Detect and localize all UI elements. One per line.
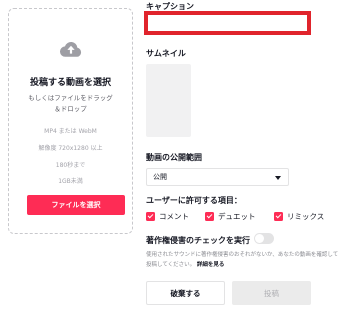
checkbox-remix[interactable]: リミックス xyxy=(274,211,324,222)
checkbox-checked-icon xyxy=(146,212,155,221)
select-file-button[interactable]: ファイルを選択 xyxy=(27,195,125,215)
privacy-select[interactable]: 公開 xyxy=(146,168,289,186)
privacy-label: 動画の公開範囲 xyxy=(146,153,202,162)
upload-subtitle: もしくはファイルをドラッグ ＆ドロップ xyxy=(9,93,132,115)
thumbnail-label: サムネイル xyxy=(146,49,186,58)
upload-subtitle-line2: ＆ドロップ xyxy=(54,105,87,113)
copyright-check-toggle[interactable] xyxy=(254,233,274,244)
discard-button[interactable]: 破棄する xyxy=(146,281,225,305)
upload-title: 投稿する動画を選択 xyxy=(29,78,111,88)
checkbox-duet[interactable]: デュエット xyxy=(205,211,256,222)
spec-size: 1GB未満 xyxy=(58,178,83,185)
upload-dropzone[interactable]: 投稿する動画を選択 もしくはファイルをドラッグ ＆ドロップ MP4 または We… xyxy=(8,8,133,234)
spec-resolution: 解像度 720x1280 以上 xyxy=(38,145,103,152)
checkbox-comment[interactable]: コメント xyxy=(146,211,189,222)
copyright-note: 使用されたサウンドに著作権侵害のおそれがないか、あなたの動画を確認して投稿してく… xyxy=(146,250,340,270)
checkbox-checked-icon xyxy=(205,212,214,221)
copyright-note-text: 使用されたサウンドに著作権侵害のおそれがないか、あなたの動画を確認して投稿してく… xyxy=(146,252,339,268)
toggle-knob xyxy=(255,234,264,243)
permissions-label: ユーザーに許可する項目： xyxy=(146,196,242,205)
checkbox-checked-icon xyxy=(274,212,283,221)
learn-more-link[interactable]: 詳細を見る xyxy=(197,262,225,268)
checkbox-remix-label: リミックス xyxy=(287,212,325,221)
copyright-check-label: 著作権侵害のチェックを実行 xyxy=(146,236,250,245)
spec-duration: 180秒まで xyxy=(55,162,86,169)
thumbnail-preview[interactable] xyxy=(146,64,191,137)
upload-subtitle-line1: もしくはファイルをドラッグ xyxy=(28,94,113,102)
privacy-value: 公開 xyxy=(153,173,167,181)
cloud-upload-icon xyxy=(59,41,81,57)
caption-input[interactable] xyxy=(144,11,311,35)
checkbox-duet-label: デュエット xyxy=(218,212,256,221)
post-button[interactable]: 投稿 xyxy=(232,281,311,305)
chevron-down-icon xyxy=(275,176,281,180)
checkbox-comment-label: コメント xyxy=(159,212,189,221)
spec-format: MP4 または WebM xyxy=(44,128,97,135)
